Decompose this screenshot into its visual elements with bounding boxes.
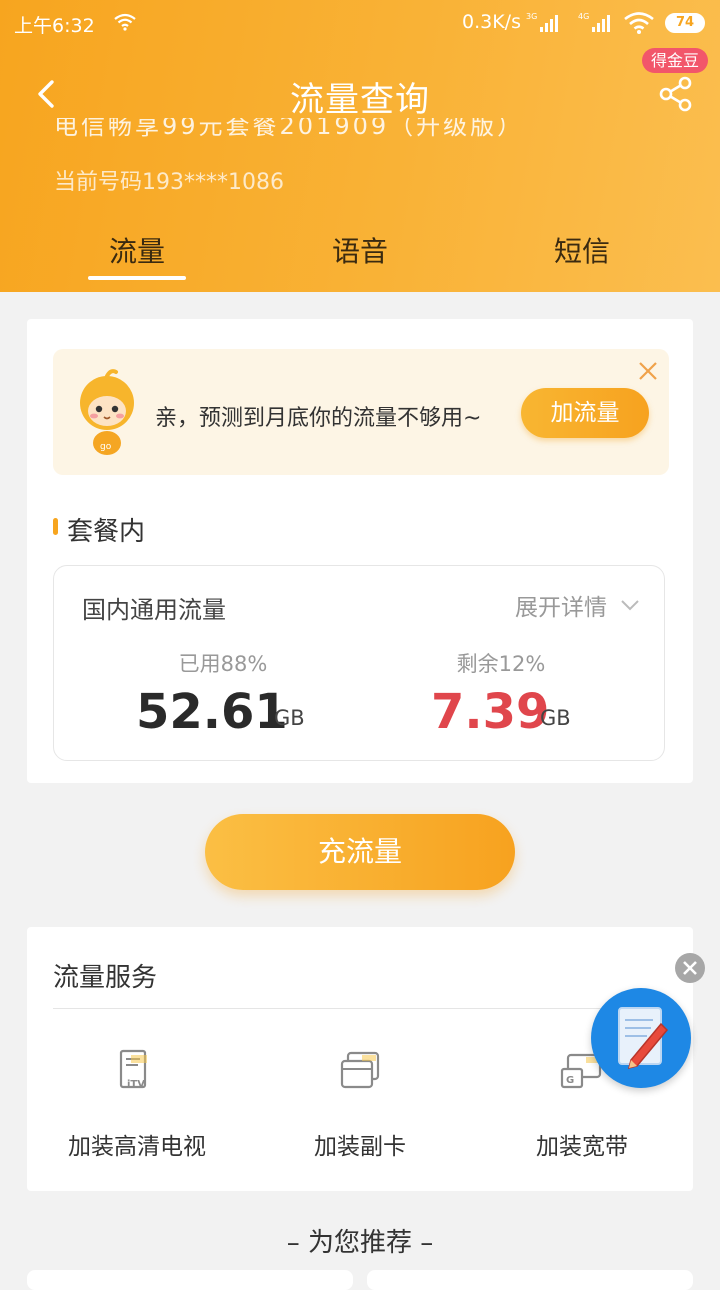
divider: [53, 1008, 667, 1009]
data-warning-text: 亲，预测到月底你的流量不够用~: [155, 406, 482, 431]
battery-indicator: 74: [665, 13, 705, 33]
data-warning-banner: go 亲，预测到月底你的流量不够用~ 加流量: [53, 349, 669, 475]
mascot-icon: go: [80, 369, 134, 455]
svg-text:go: go: [100, 442, 112, 452]
expand-details-button[interactable]: 展开详情: [515, 588, 642, 622]
services-title: 流量服务: [53, 963, 158, 993]
remaining-percent-label: 剩余12%: [456, 652, 546, 676]
svg-text:G: G: [566, 1075, 574, 1086]
signal-4g-icon: 4G: [578, 12, 610, 32]
used-unit: GB: [274, 706, 305, 730]
itv-icon: iTV: [119, 1049, 147, 1090]
usage-title: 国内通用流量: [82, 596, 226, 624]
plan-name: 电信畅享99元套餐201909（升级版）: [54, 118, 594, 140]
remaining-amount: 7.39: [431, 684, 550, 740]
tab-data[interactable]: 流量: [62, 230, 212, 270]
service-label: 加装副卡: [314, 1134, 406, 1160]
tab-voice[interactable]: 语音: [285, 230, 435, 270]
status-time: 上午6:32: [14, 15, 95, 37]
reward-badge[interactable]: 得金豆: [642, 48, 708, 73]
close-icon[interactable]: [636, 359, 660, 383]
header: 上午6:32 0.3K/s 3G 4G 74 流量查询 得金豆 电信畅享99元套…: [0, 0, 720, 292]
share-icon[interactable]: [656, 74, 696, 114]
sub-card-icon: [340, 1051, 380, 1089]
recommend-card[interactable]: [27, 1270, 353, 1290]
domestic-data-usage: 国内通用流量 展开详情 已用88% 剩余12% 52.61 GB 7.39 GB: [53, 565, 665, 761]
floating-feedback-button[interactable]: [591, 988, 691, 1088]
service-add-sub-card[interactable]: 加装副卡: [260, 1047, 460, 1161]
section-marker: [53, 518, 58, 535]
chevron-down-icon: [621, 600, 640, 611]
wifi-icon: [624, 12, 654, 34]
current-phone-number: 当前号码193****1086: [54, 170, 284, 195]
floating-close-button[interactable]: [675, 953, 705, 983]
edit-pencil-icon: [618, 1007, 669, 1070]
service-add-hd-tv[interactable]: iTV 加装高清电视: [37, 1047, 237, 1161]
signal-3g-label: 3G: [526, 12, 537, 21]
service-label: 加装宽带: [536, 1134, 628, 1160]
close-icon: [683, 961, 697, 975]
svg-text:iTV: iTV: [127, 1079, 145, 1090]
section-title: 套餐内: [67, 517, 146, 547]
used-percent-label: 已用88%: [178, 652, 268, 676]
recommend-card[interactable]: [367, 1270, 693, 1290]
tab-sms[interactable]: 短信: [507, 230, 657, 270]
active-tab-indicator: [88, 276, 186, 280]
status-bar: 上午6:32 0.3K/s 3G 4G 74: [0, 0, 720, 48]
recharge-data-button[interactable]: 充流量: [205, 814, 515, 890]
page-title: 流量查询: [290, 80, 430, 120]
recommend-title: – 为您推荐 –: [286, 1228, 434, 1258]
expand-details-label: 展开详情: [515, 595, 607, 621]
remaining-unit: GB: [540, 706, 571, 730]
network-speed: 0.3K/s: [462, 11, 521, 33]
signal-4g-label: 4G: [578, 12, 589, 21]
plan-name-text: 电信畅享99元套餐201909（升级版）: [54, 118, 525, 140]
package-card: go 亲，预测到月底你的流量不够用~ 加流量 套餐内 国内通用流量 展开详情 已…: [27, 319, 693, 783]
wifi-icon: [114, 13, 136, 31]
used-amount: 52.61: [136, 684, 288, 740]
add-data-button[interactable]: 加流量: [521, 388, 649, 438]
signal-3g-icon: 3G: [526, 12, 558, 32]
service-label: 加装高清电视: [68, 1134, 206, 1160]
